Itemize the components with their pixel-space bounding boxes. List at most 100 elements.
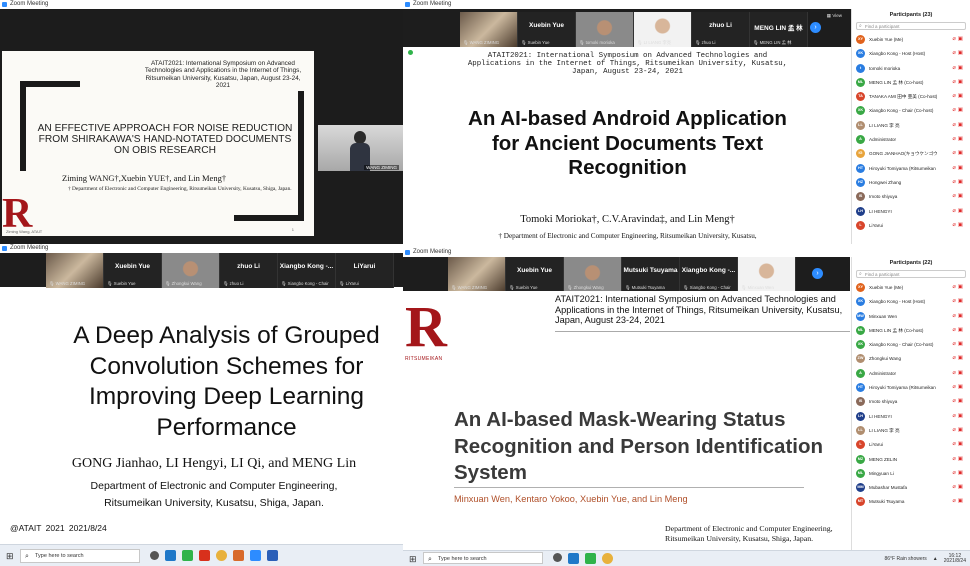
muted-mic-icon: ⌀▣ <box>952 36 965 42</box>
muted-mic-icon: ⌀▣ <box>952 312 965 319</box>
next-page-arrow-icon[interactable]: › <box>810 22 821 33</box>
ritsumeikan-logo: R <box>405 294 447 359</box>
participant-name: Xuebin Yue (Me) <box>869 37 904 42</box>
acrobat-icon[interactable] <box>199 550 210 561</box>
participant-video-tile[interactable]: Xuebin Yue 🎙 Xuebin Yue <box>506 257 564 292</box>
speaker-name: WANG ZIMING <box>364 165 399 170</box>
participants-panel: Participants (23) Find a participant XYX… <box>851 9 970 244</box>
chrome-icon[interactable] <box>602 553 613 564</box>
participant-name: Administrator <box>869 370 897 376</box>
participant-video-tile[interactable]: 🎙 tomoki morioka <box>576 12 634 47</box>
participant-row[interactable]: MM Mubashar Mustafa ⌀▣ <box>852 481 970 495</box>
task-view-icon[interactable] <box>553 553 562 562</box>
participant-row[interactable]: IS Imoto shiyuya ⌀▣ <box>852 395 970 409</box>
participant-row[interactable]: IS Imoto shiyuya ⌀▣ <box>852 190 970 204</box>
participant-video-tile[interactable]: 🎙 WANG ZIMING <box>46 253 104 288</box>
windows-taskbar: ⊞ Type here to search <box>0 544 403 566</box>
participant-video-tile[interactable]: Xuebin Yue 🎙 Xuebin Yue <box>518 12 576 47</box>
participant-video-tile[interactable]: 🎙 Zhongkui Wang <box>564 257 622 292</box>
participant-video-tile[interactable]: Xuebin Yue 🎙 Xuebin Yue <box>104 253 162 288</box>
participant-row[interactable]: XY Xuebin Yue (Me) ⌀▣ <box>852 33 970 47</box>
network-icon[interactable]: ▲ <box>933 556 938 562</box>
participant-row[interactable]: LL LI LIANG 李 亮 ⌀▣ <box>852 119 970 133</box>
participant-video-strip: 🎙 WANG ZIMING Xuebin Yue 🎙 Xuebin Yue 🎙 Zho… <box>448 257 796 292</box>
participant-row[interactable]: MW Minxuan Wen ⌀▣ <box>852 310 970 324</box>
participant-name: Mutsuki Tsuyama <box>869 499 905 505</box>
participant-video-tile[interactable]: Xiangbo Kong -... 🎙 Xiangbo Kong - Chair <box>680 257 738 292</box>
shared-slide: ATAIT2021: International Symposium on Ad… <box>460 48 795 244</box>
participant-video-tile[interactable]: 🎙 WANG ZIMING <box>448 257 506 292</box>
edge-icon[interactable] <box>165 550 176 561</box>
participant-video-tile[interactable]: 🎙 Zhongkui Wang <box>162 253 220 288</box>
participant-row[interactable]: HT Hiroyuki Tomiyama (Ritsumeikan ... ⌀▣ <box>852 162 970 176</box>
shared-slide: A Deep Analysis of Grouped Convolution S… <box>0 288 403 544</box>
participant-tile-label: 🎙 MENG LIN 孟 林 <box>753 40 792 45</box>
edge-icon[interactable] <box>568 553 579 564</box>
participant-name: Hiroyuki Tomiyama (Ritsumeikan ... <box>869 165 937 171</box>
participant-row[interactable]: HZ Hongwei Zhang ⌀▣ <box>852 176 970 190</box>
participant-name: Minxuan Wen <box>869 313 898 319</box>
next-page-arrow-icon[interactable]: › <box>812 268 823 279</box>
participant-name: MENG LIN 孟 林 (Co-host) <box>869 79 924 85</box>
participant-row[interactable]: MT Mutsuki Tsuyama ⌀▣ <box>852 495 970 509</box>
avatar: A <box>856 368 865 378</box>
participant-row[interactable]: LH LI HENGYI ⌀▣ <box>852 410 970 424</box>
participant-video-tile[interactable]: LiYarui 🎙 LiYarui <box>336 253 394 288</box>
participant-video-strip: 🎙 WANG ZIMING Xuebin Yue 🎙 Xuebin Yue 🎙 tom… <box>460 12 808 47</box>
view-button[interactable]: ▦ View <box>827 13 842 19</box>
participant-row[interactable]: XK Xiangbo Kong - Chair (Co-host) ⌀▣ <box>852 104 970 118</box>
participant-search-input[interactable]: Find a participant <box>856 22 966 30</box>
participant-row[interactable]: MZ MENG ZELIN ⌀▣ <box>852 453 970 467</box>
participant-video-tile[interactable]: 🎙 LI LIANG 李亮 <box>634 12 692 47</box>
windows-start-icon[interactable]: ⊞ <box>6 551 14 562</box>
participant-row[interactable]: XK Xiangbo Kong - Host (Host) ⌀▣ <box>852 295 970 309</box>
excel-icon[interactable] <box>585 553 596 564</box>
participant-video-tile[interactable]: Mutsuki Tsuyama 🎙 Mutsuki Tsuyama <box>622 257 680 292</box>
participant-row[interactable]: XY Xuebin Yue (Me) ⌀▣ <box>852 281 970 295</box>
taskbar-apps <box>553 553 613 564</box>
participant-video-tile[interactable]: MENG LIN 孟 林 🎙 MENG LIN 孟 林 <box>750 12 808 47</box>
zoom-app-icon[interactable] <box>250 550 261 561</box>
participant-video-tile[interactable]: 🎙 Minxuan Wen <box>738 257 796 292</box>
participant-name: Zhongkui Wang <box>869 356 902 362</box>
participant-row[interactable]: ML MENG LIN 孟 林 (Co-host) ⌀▣ <box>852 76 970 90</box>
muted-mic-icon: ⌀▣ <box>952 469 965 476</box>
participant-row[interactable]: HT Hiroyuki Tomiyama (Ritsumeikan ... ⌀▣ <box>852 381 970 395</box>
participant-row[interactable]: t tomoki morioka ⌀▣ <box>852 62 970 76</box>
participant-row[interactable]: A Administrator ⌀▣ <box>852 133 970 147</box>
zoom-window-bottom-right: Zoom Meeting 🎙 WANG ZIMING Xuebin Yue 🎙 Xu… <box>403 248 970 566</box>
taskbar-search-input[interactable]: Type here to search <box>423 552 543 566</box>
weather-status[interactable]: 86°F Rain showers <box>885 556 927 562</box>
participant-row[interactable]: XK Xiangbo Kong - Host (Host) ⌀▣ <box>852 47 970 61</box>
participant-row[interactable]: L LiYarui ⌀▣ <box>852 438 970 452</box>
participant-row[interactable]: ML Mingyuan Li ⌀▣ <box>852 467 970 481</box>
avatar: XK <box>856 49 865 59</box>
slide-affiliation: † Department of Electronic and Computer … <box>498 232 757 240</box>
word-icon[interactable] <box>267 550 278 561</box>
participant-row[interactable]: L LiYarui ⌀▣ <box>852 219 970 233</box>
participant-row[interactable]: IG GONG JIANHAO(キョウケンゴウ) ⌀▣ <box>852 147 970 161</box>
participant-row[interactable]: LH LI HENGYI ⌀▣ <box>852 205 970 219</box>
participant-video-tile[interactable]: Xiangbo Kong -... 🎙 Xiangbo Kong - Chair <box>278 253 336 288</box>
slide-title: An AI-based Android Application for Anci… <box>468 107 787 179</box>
participants-header: Participants (22) <box>889 260 933 266</box>
participant-row[interactable]: XK Xiangbo Kong - Chair (Co-host) ⌀▣ <box>852 338 970 352</box>
participant-row[interactable]: ZW Zhongkui Wang ⌀▣ <box>852 352 970 366</box>
system-clock[interactable]: 16:12 2021/8/24 <box>944 554 966 564</box>
participant-search-input[interactable]: Find a participant <box>856 270 966 278</box>
task-view-icon[interactable] <box>150 551 159 560</box>
participant-video-tile[interactable]: zhuo Li 🎙 zhuo Li <box>220 253 278 288</box>
excel-icon[interactable] <box>182 550 193 561</box>
participant-row[interactable]: ML MENG LIN 孟 林 (Co-host) ⌀▣ <box>852 324 970 338</box>
chrome-icon[interactable] <box>216 550 227 561</box>
participant-row[interactable]: A Administrator ⌀▣ <box>852 367 970 381</box>
avatar: LL <box>856 425 865 435</box>
taskbar-search-input[interactable]: Type here to search <box>20 549 140 563</box>
participant-video-tile[interactable]: zhuo Li 🎙 zhuo Li <box>692 12 750 47</box>
powerpoint-icon[interactable] <box>233 550 244 561</box>
speaker-video[interactable]: WANG ZIMING <box>318 125 403 171</box>
windows-start-icon[interactable]: ⊞ <box>409 554 417 565</box>
participant-row[interactable]: TA TANAKA AMI 田中 亜美 (Co-host) ⌀▣ <box>852 90 970 104</box>
participant-row[interactable]: LL LI LIANG 李 亮 ⌀▣ <box>852 424 970 438</box>
participant-video-tile[interactable]: 🎙 WANG ZIMING <box>460 12 518 47</box>
